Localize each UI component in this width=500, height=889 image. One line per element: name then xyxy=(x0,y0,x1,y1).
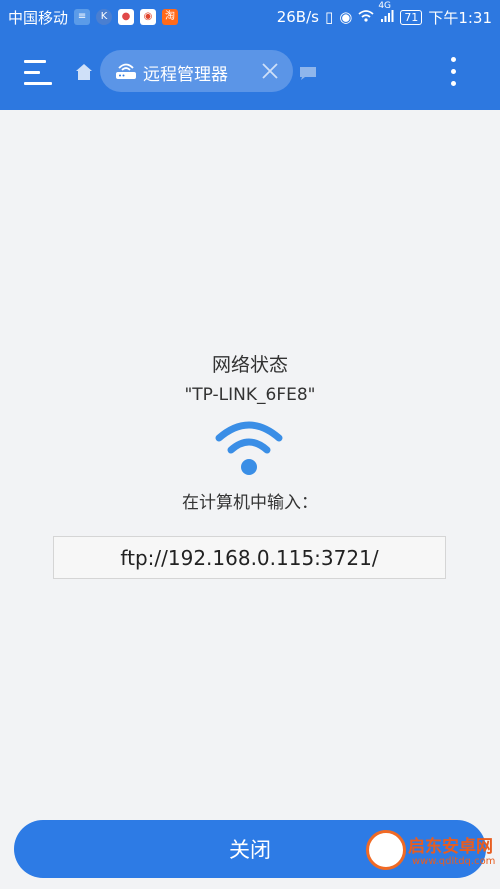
close-icon[interactable] xyxy=(260,61,280,81)
ftp-address: ftp://192.168.0.115:3721/ xyxy=(120,545,379,570)
clock: 下午1:31 xyxy=(428,8,492,27)
instruction-text: 在计算机中输入： xyxy=(182,493,318,513)
watermark: 启东安卓网 www.qdltdq.com xyxy=(360,826,500,889)
watermark-url: www.qdltdq.com xyxy=(412,856,496,867)
tab-label: 远程管理器 xyxy=(143,65,228,85)
status-bar: 中国移动 ≡ K ● ◉ 淘 26B/s ▯ ◉ 4G 71 下午1:31 xyxy=(0,0,500,34)
more-vert-icon[interactable] xyxy=(446,54,462,90)
wifi-status-icon xyxy=(358,8,374,26)
taobao-icon: 淘 xyxy=(162,9,179,25)
status-right: 26B/s ▯ ◉ 4G 71 下午1:31 xyxy=(276,1,492,28)
menu-icon[interactable] xyxy=(24,60,54,86)
tab-remote-manager[interactable]: 远程管理器 xyxy=(100,50,293,92)
app-toolbar: 远程管理器 xyxy=(0,34,500,110)
signal-icon: 4G xyxy=(378,1,394,26)
carrier-label: 中国移动 xyxy=(8,8,69,27)
ssid-label: "TP-LINK_6FE8" xyxy=(184,385,316,405)
watermark-name: 启东安卓网 xyxy=(408,837,493,857)
app-k-icon: K xyxy=(96,9,113,25)
weibo-icon: ◉ xyxy=(140,9,157,25)
home-icon[interactable] xyxy=(74,62,96,84)
wifi-icon xyxy=(214,418,284,478)
ftp-address-field[interactable]: ftp://192.168.0.115:3721/ xyxy=(53,536,446,579)
chat-icon[interactable] xyxy=(299,65,317,80)
eye-icon: ◉ xyxy=(339,8,353,26)
network-type: 4G xyxy=(378,0,392,11)
status-left: 中国移动 ≡ K ● ◉ 淘 xyxy=(8,7,179,28)
map-pin-icon: ● xyxy=(118,9,135,25)
vibrate-icon: ▯ xyxy=(324,8,334,26)
watermark-logo-icon xyxy=(366,830,406,870)
notification-icon: ≡ xyxy=(74,9,91,25)
network-speed: 26B/s xyxy=(276,8,319,26)
network-status-title: 网络状态 xyxy=(211,354,288,376)
battery-icon: 71 xyxy=(400,9,423,25)
router-icon xyxy=(114,59,138,87)
